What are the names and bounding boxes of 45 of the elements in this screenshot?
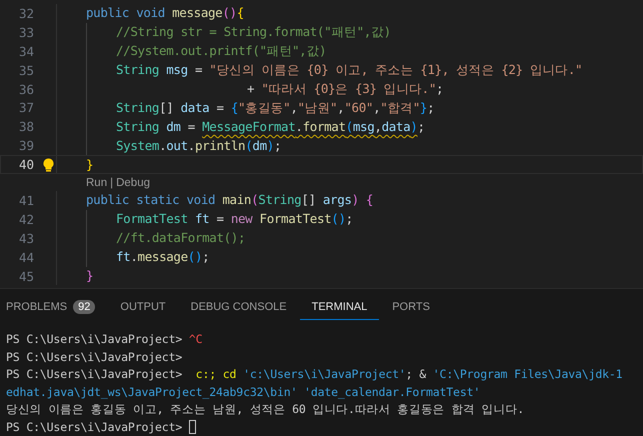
line-number: 36	[18, 82, 34, 96]
code-line: ft.message();	[116, 248, 210, 266]
code-line: //ft.dataFormat();	[116, 229, 246, 248]
panel-tab[interactable]: OUTPUT	[108, 292, 178, 320]
terminal-line: PS C:\Users\i\JavaProject>	[6, 348, 184, 366]
panel-tab[interactable]: TERMINAL	[300, 292, 380, 320]
line-number: 40	[18, 157, 34, 172]
terminal-line: edhat.java\jdt_ws\JavaProject_24ab9c32\bin' 'date_calendar.FormatTest'	[6, 384, 482, 401]
code-line: //String str = String.format("패턴",값)	[116, 23, 391, 42]
code-line: String msg = "당신의 이름은 {0} 이고, 주소는 {1}, 성적은 {2} 입니다."	[116, 61, 582, 80]
line-number: 43	[18, 230, 34, 246]
line-number: 37	[18, 100, 34, 116]
line-number: 42	[18, 212, 34, 227]
panel-tab[interactable]: PORTS	[380, 292, 442, 320]
line-number: 41	[18, 192, 34, 208]
terminal-line: 당신의 이름은 홍길동 이고, 주소는 남원, 성적은 60 입니다.따라서 홍길동은 합격 입니다.	[6, 401, 526, 418]
code-line: public static void main(String[] args) {	[86, 191, 374, 210]
separator: |	[109, 176, 114, 189]
panel-tab[interactable]: PROBLEMS 92	[6, 292, 108, 320]
line-number: 45	[18, 268, 34, 284]
panel-tab[interactable]: DEBUG CONSOLE	[178, 292, 299, 320]
terminal-cursor	[188, 420, 196, 434]
line-number: 34	[18, 44, 34, 59]
lightbulb-icon[interactable]	[42, 158, 54, 172]
line-number: 33	[18, 24, 34, 40]
line-number: 44	[18, 250, 34, 265]
code-line: FormatTest ft = new FormatTest();	[116, 210, 353, 228]
terminal-line: PS C:\Users\i\JavaProject>	[6, 418, 643, 436]
code-line: System.out.println(dm);	[116, 136, 282, 155]
count-badge: 92	[73, 300, 96, 314]
terminal-line: PS C:\Users\i\JavaProject> c:; cd 'c:\Users\i\JavaProject'; & 'C:\Program Files\Java\jdk-1	[6, 366, 624, 384]
line-number: 32	[18, 6, 34, 21]
code-line: }	[86, 156, 94, 174]
code-line: //System.out.printf("패턴",값)	[116, 42, 326, 60]
codelens-link[interactable]: Debug	[116, 176, 150, 189]
code-line: String dm = MessageFormat.format(msg,data);	[116, 118, 425, 136]
code-line: public void message(){	[86, 4, 244, 22]
codelens-link[interactable]: Run	[86, 176, 108, 189]
line-number: 35	[18, 62, 34, 78]
code-line: String[] data = {"홍길동","남원","60","합격"};	[116, 98, 434, 117]
line-number: 39	[18, 138, 34, 154]
code-line: }	[86, 267, 94, 286]
line-number: 38	[18, 119, 34, 134]
terminal-line: PS C:\Users\i\JavaProject> ^C	[6, 331, 204, 348]
code-line: + "따라서 {0}은 {3} 입니다.";	[247, 80, 444, 98]
